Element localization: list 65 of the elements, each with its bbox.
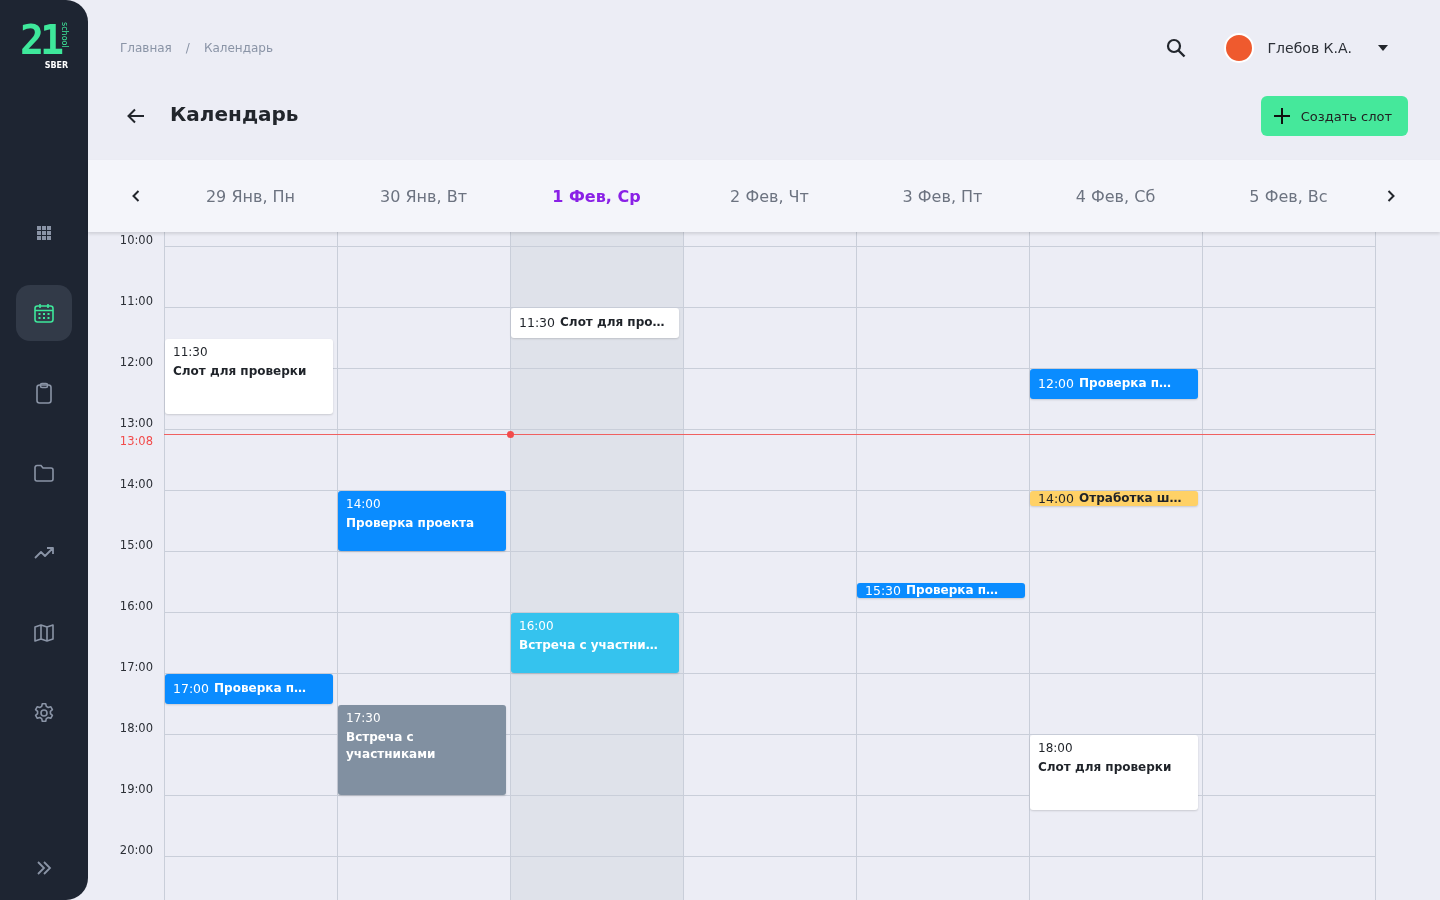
hour-label: 15:00 [118,539,153,551]
hour-label: 14:00 [118,478,153,490]
day-tab[interactable]: 30 Янв, Вт [337,186,510,206]
day-tab[interactable]: 4 Фев, Сб [1029,186,1202,206]
hour-label: 16:00 [118,600,153,612]
event-time: 11:30 [173,344,209,359]
event-card[interactable]: 11:30 Слот для проверки [165,338,333,414]
event-time: 14:00 [1038,491,1075,507]
event-time: 15:30 [865,582,902,598]
hour-label: 17:00 [118,661,153,673]
logo-mark: 21 [20,20,61,60]
current-time-dot [507,431,514,439]
event-card[interactable]: 18:00 Слот для проверки [1030,735,1198,811]
day-tab[interactable]: 2 Фев, Чт [683,186,856,206]
event-title: Встреча с участни… [519,637,659,654]
day-tab[interactable]: 5 Фев, Вс [1202,186,1375,206]
event-time: 17:30 [346,710,382,725]
event-time: 12:00 [1038,376,1075,392]
user-menu[interactable]: Глебов К.А. [1223,33,1408,63]
breadcrumb-link[interactable]: Главная [120,41,172,55]
hour-label: 10:00 [118,234,153,246]
logo-text: school [60,22,69,48]
event-title: Отработка ш… [1079,491,1182,507]
plus-icon [1272,107,1291,125]
event-card[interactable]: 14:00 Отработка ш… [1030,491,1198,507]
hour-label: 18:00 [118,722,153,734]
hour-label: 20:00 [118,844,153,856]
day-tab[interactable]: 29 Янв, Пн [164,186,337,206]
event-time: 18:00 [1038,741,1074,755]
logo-caption: SBER [44,60,69,70]
event-card[interactable]: 17:00 Проверка п… [165,674,333,704]
hour-label: 19:00 [118,783,153,795]
event-time: 14:00 [346,497,382,511]
caret-icon [1378,45,1388,51]
sidebar-item[interactable] [16,285,72,341]
hour-label: 12:00 [118,356,153,368]
map-icon [32,621,56,645]
event-title: Слот для про… [560,314,665,332]
settings-icon [32,701,56,725]
page-title: Календарь [170,102,300,126]
event-title: Проверка п… [906,582,998,598]
event-title: Встреча с участниками [346,728,437,763]
breadcrumb-separator: / [185,41,190,55]
breadcrumb-link[interactable]: Календарь [203,41,273,55]
event-time: 16:00 [519,619,555,633]
event-title: Слот для проверки [173,362,308,380]
calendar-icon [32,301,56,325]
hour-label: 11:00 [118,295,153,307]
event-title: Слот для проверки [1038,759,1173,776]
event-card[interactable]: 17:30 Встреча с участниками [338,704,506,795]
event-time: 11:30 [519,315,556,331]
current-time-label: 13:08 [118,435,153,448]
event-card[interactable]: 11:30 Слот для про… [511,308,679,338]
avatar [1223,33,1254,63]
event-time: 17:00 [173,681,210,697]
day-tab[interactable]: 1 Фев, Ср [510,186,683,206]
event-card[interactable]: 14:00 Проверка проекта [338,491,506,551]
event-card[interactable]: 12:00 Проверка п… [1030,369,1198,399]
event-card[interactable]: 15:30 Проверка п… [857,582,1025,598]
hour-label: 13:00 [118,417,153,429]
event-title: Проверка п… [214,680,306,698]
day-tab[interactable]: 3 Фев, Пт [856,186,1029,206]
event-title: Проверка проекта [346,515,476,532]
create-slot-button[interactable]: Создать слот [1260,96,1408,136]
event-title: Проверка п… [1079,375,1171,393]
